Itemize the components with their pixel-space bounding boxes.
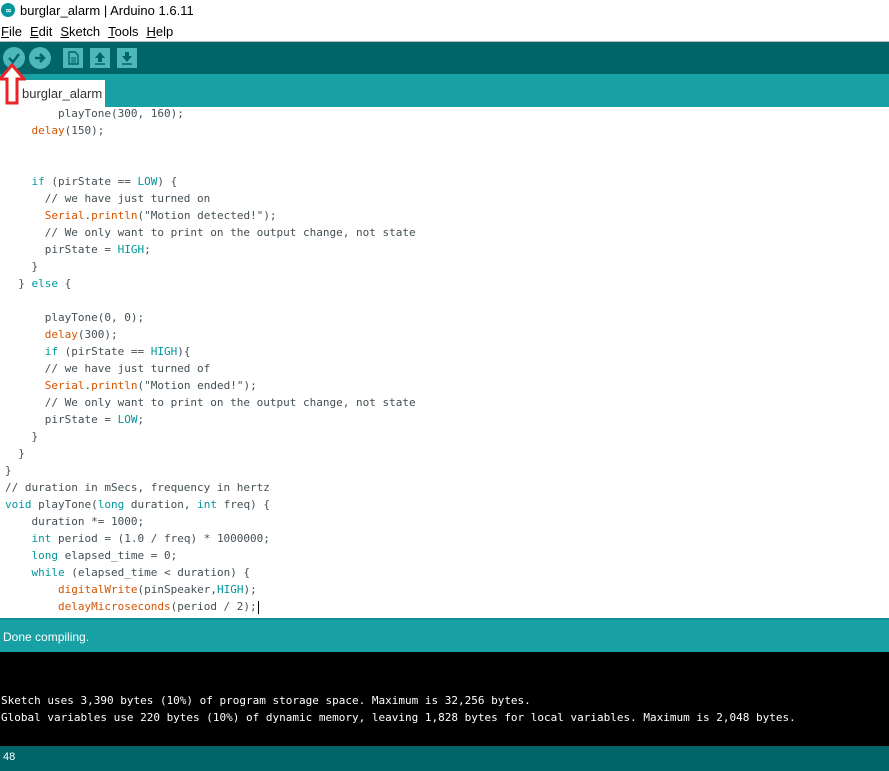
window-title: burglar_alarm | Arduino 1.6.11	[20, 2, 194, 18]
tab-bar: burglar_alarm	[0, 74, 889, 107]
code-line: }	[5, 447, 25, 460]
text-cursor	[257, 600, 259, 614]
code-line: } else {	[5, 277, 72, 290]
code-editor[interactable]: playTone(300, 160); delay(150); if (pirS…	[0, 107, 889, 618]
code-line: duration *= 1000;	[5, 515, 145, 528]
toolbar	[0, 42, 889, 74]
code-line: playTone(300, 160);	[31, 107, 184, 120]
menu-file[interactable]: File	[1, 24, 22, 39]
console-line: Sketch uses 3,390 bytes (10%) of program…	[1, 694, 531, 707]
new-button[interactable]	[63, 48, 83, 68]
code-line: }	[5, 260, 39, 273]
annotation-arrow-icon	[0, 63, 26, 105]
code-line: int period = (1.0 / freq) * 1000000;	[31, 532, 270, 545]
console-output[interactable]: Sketch uses 3,390 bytes (10%) of program…	[0, 652, 889, 746]
menu-help[interactable]: Help	[146, 24, 173, 39]
code-line: // We only want to print on the output c…	[5, 226, 416, 239]
code-line: // we have just turned of	[5, 362, 211, 375]
code-line: // we have just turned on	[5, 192, 211, 205]
code-line: delay(150);	[31, 124, 105, 137]
code-line: delayMicroseconds(period / 2);	[57, 600, 259, 614]
code-line: digitalWrite(pinSpeaker,HIGH);	[57, 583, 257, 596]
code-line: if (pirState == HIGH){	[44, 345, 191, 358]
line-number: 48	[3, 751, 16, 763]
code-line: long elapsed_time = 0;	[31, 549, 178, 562]
code-line: if (pirState == LOW) {	[31, 175, 178, 188]
upload-icon	[35, 53, 46, 63]
title-bar: ∞ burglar_alarm | Arduino 1.6.11	[0, 0, 889, 20]
code-line: }	[5, 464, 12, 477]
console-line: Global variables use 220 bytes (10%) of …	[1, 711, 796, 724]
code-line: delay(300);	[44, 328, 118, 341]
menu-edit[interactable]: Edit	[30, 24, 52, 39]
code-line: playTone(0, 0);	[5, 311, 145, 324]
code-line: // duration in mSecs, frequency in hertz	[5, 481, 270, 494]
code-line: Serial.println("Motion detected!");	[44, 209, 277, 222]
arduino-logo-icon: ∞	[1, 3, 15, 17]
code-line: void playTone(long duration, int freq) {	[5, 498, 270, 511]
footer-bar: 48	[0, 746, 889, 771]
menu-bar: File Edit Sketch Tools Help	[0, 21, 889, 42]
open-button[interactable]	[90, 48, 110, 68]
menu-sketch[interactable]: Sketch	[60, 24, 100, 39]
status-message: Done compiling.	[3, 630, 90, 644]
code-line: while (elapsed_time < duration) {	[31, 566, 251, 579]
status-bar: Done compiling.	[0, 618, 889, 652]
save-button[interactable]	[117, 48, 137, 68]
save-icon	[122, 52, 132, 65]
code-line: }	[5, 430, 39, 443]
code-line: // We only want to print on the output c…	[5, 396, 416, 409]
code-line: Serial.println("Motion ended!");	[44, 379, 257, 392]
code-line: pirState = LOW;	[5, 413, 145, 426]
new-icon	[68, 51, 79, 65]
open-icon	[95, 52, 105, 65]
upload-button[interactable]	[29, 47, 51, 69]
code-line: pirState = HIGH;	[5, 243, 151, 256]
menu-tools[interactable]: Tools	[108, 24, 138, 39]
